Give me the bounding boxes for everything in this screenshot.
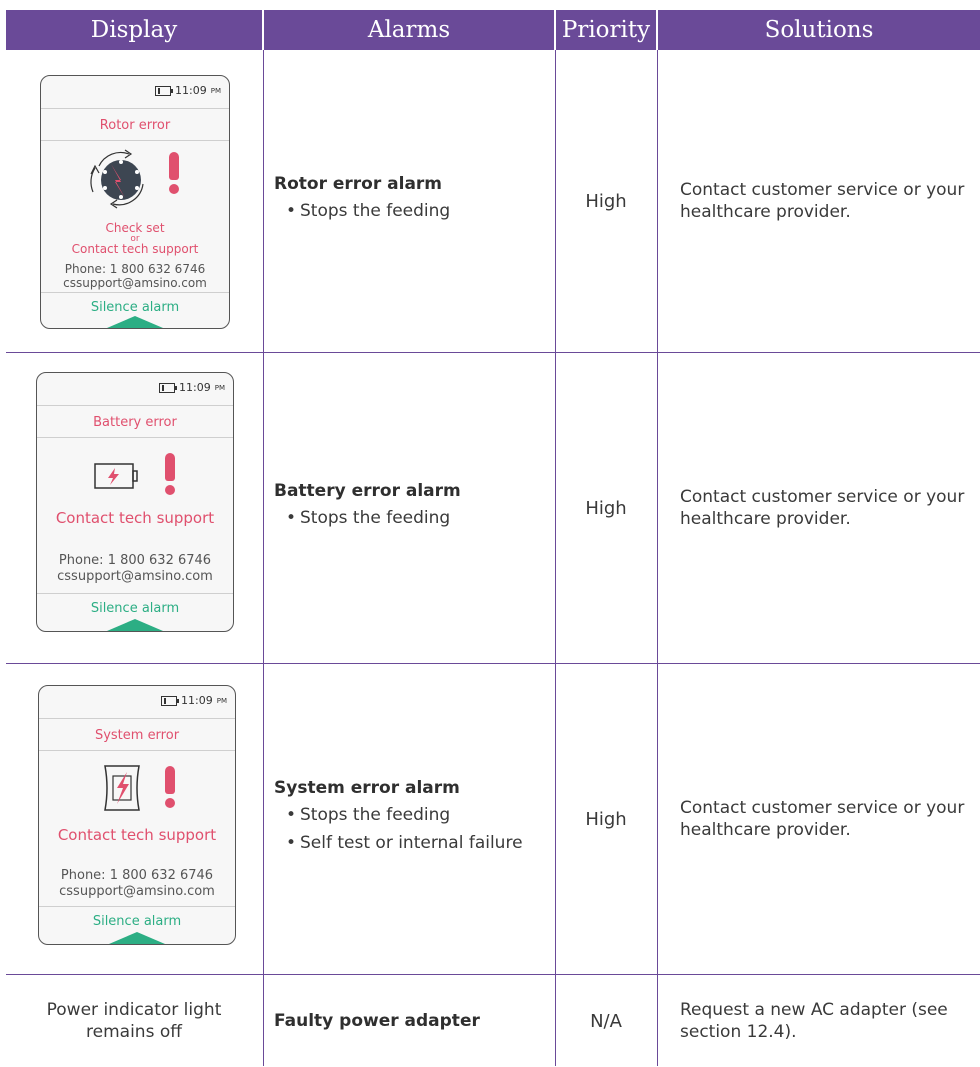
alert-icon	[163, 766, 177, 808]
header-alarms: Alarms	[264, 10, 554, 50]
rotor-icon	[90, 149, 144, 209]
alarm-name: Battery error alarm	[274, 481, 461, 501]
solution-text: Request a new AC adapter (see section 12…	[680, 1000, 948, 1042]
alarm-effect: Stops the feeding	[274, 804, 550, 826]
status-bar: 11:09 PM	[155, 84, 221, 97]
silence-alarm-button[interactable]: Silence alarm	[39, 914, 235, 929]
system-error-icon	[104, 765, 140, 811]
screen-message: Contact tech support	[57, 826, 217, 844]
alarm-effect: Stops the feeding	[274, 200, 550, 222]
alarm-name: System error alarm	[274, 778, 460, 798]
phone-number: Phone: 1 800 632 6746	[58, 553, 212, 568]
status-bar: 11:09 PM	[161, 694, 227, 707]
header-solutions: Solutions	[658, 10, 980, 50]
priority-value: High	[585, 808, 627, 830]
battery-error-icon	[94, 463, 138, 489]
device-screen: 11:09 PM Rotor error Check set or Contac…	[40, 75, 230, 329]
battery-icon	[155, 85, 174, 96]
alarm-name: Rotor error alarm	[274, 174, 443, 194]
solution-text: Contact customer service or your healthc…	[680, 180, 965, 222]
alert-icon	[167, 152, 181, 194]
screen-title: Rotor error	[99, 118, 171, 133]
solution-text: Contact customer service or your healthc…	[680, 487, 965, 529]
screen-title: Battery error	[93, 415, 177, 430]
display-description: Power indicator light remains off	[46, 1000, 222, 1042]
solution-text: Contact customer service or your healthc…	[680, 798, 965, 840]
priority-value: N/A	[590, 1010, 622, 1032]
email: cssupport@amsino.com	[63, 276, 207, 290]
clock: 11:09	[175, 84, 207, 97]
column-divider	[657, 50, 658, 1066]
alarm-effect: Self test or internal failure	[274, 832, 550, 854]
header-display: Display	[6, 10, 262, 50]
device-screen: 11:09 PM Battery error Contact tech suppo…	[36, 372, 234, 632]
column-divider	[263, 50, 264, 1066]
silence-indicator	[109, 932, 165, 944]
alert-icon	[163, 453, 177, 495]
alarm-effect: Stops the feeding	[274, 507, 550, 529]
silence-alarm-button[interactable]: Silence alarm	[41, 300, 229, 315]
screen-title: System error	[94, 728, 180, 743]
header-priority: Priority	[556, 10, 656, 50]
screen-message: Contact tech support	[55, 509, 215, 527]
silence-alarm-button[interactable]: Silence alarm	[37, 601, 233, 616]
device-screen: 11:09 PM System error Contact tech suppor…	[38, 685, 236, 945]
status-bar: 11:09 PM	[159, 381, 225, 394]
phone-number: Phone: 1 800 632 6746	[64, 262, 206, 276]
email: cssupport@amsino.com	[57, 569, 213, 584]
priority-value: High	[585, 497, 627, 519]
silence-indicator	[107, 619, 163, 631]
silence-indicator	[107, 316, 163, 328]
phone-number: Phone: 1 800 632 6746	[60, 868, 214, 883]
email: cssupport@amsino.com	[59, 884, 215, 899]
alarm-name: Faulty power adapter	[274, 1011, 480, 1031]
battery-icon	[159, 382, 178, 393]
battery-icon	[161, 695, 180, 706]
priority-value: High	[585, 190, 627, 212]
